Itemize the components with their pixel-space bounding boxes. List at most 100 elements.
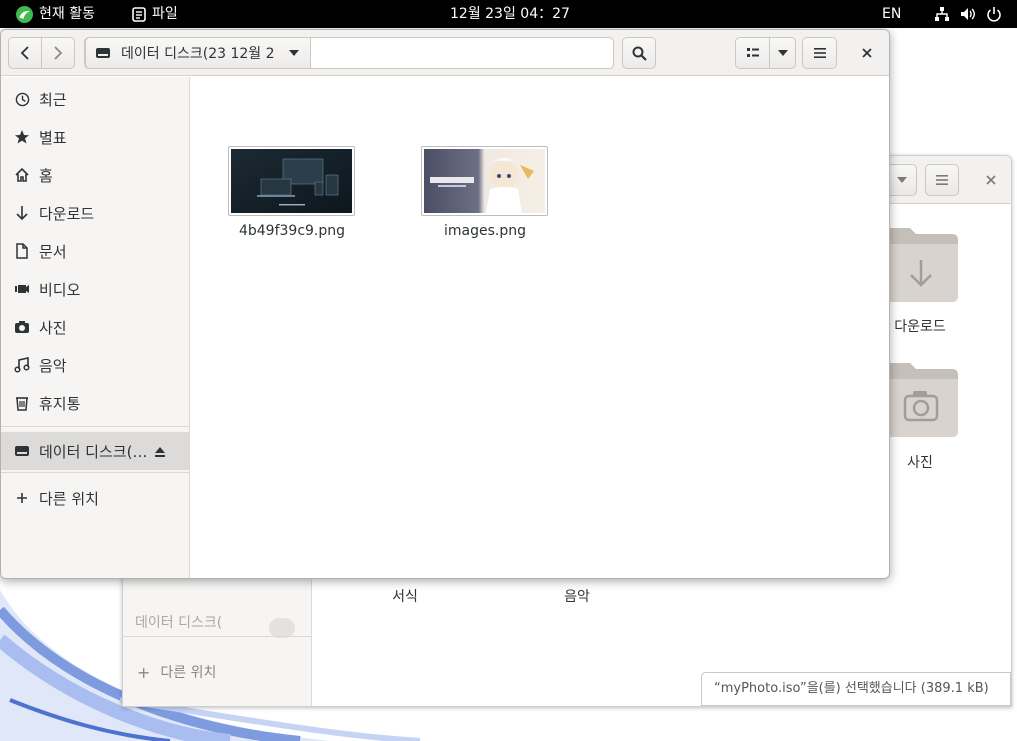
- sidebar-item-recent[interactable]: 최근: [1, 80, 189, 118]
- path-crumb-drive[interactable]: 데이터 디스크(23 12월 2: [85, 37, 311, 69]
- bg-eject-button[interactable]: [269, 618, 295, 638]
- sidebar-item-label: 홈: [39, 166, 53, 185]
- status-bar: “myPhoto.iso”을(를) 선택했습니다 (389.1 kB): [701, 672, 1011, 706]
- camera-icon: [14, 319, 30, 335]
- network-wired-icon: [935, 7, 949, 21]
- bg-drive-label: 데이터 디스크(: [135, 615, 223, 631]
- drive-icon: [14, 443, 30, 459]
- chevron-down-icon: [897, 177, 907, 183]
- star-icon: [14, 129, 30, 145]
- clock[interactable]: 12월 23일 04：27: [450, 0, 570, 28]
- templates-folder-label: 서식: [392, 589, 418, 605]
- bg-sidebar-drive[interactable]: 데이터 디스크(: [135, 612, 222, 632]
- close-window-button[interactable]: [857, 43, 877, 63]
- activities-button[interactable]: 현재 활동: [16, 0, 95, 28]
- chevron-down-icon: [289, 50, 299, 56]
- drive-icon: [96, 48, 110, 58]
- chevron-down-icon: [777, 50, 788, 56]
- sidebar-item-label: 문서: [39, 242, 67, 261]
- forward-button[interactable]: [41, 37, 75, 69]
- plus-icon: [14, 490, 30, 506]
- trash-icon: [14, 395, 30, 411]
- path-crumb-label: 데이터 디스크(23 12월 2: [121, 46, 275, 62]
- plus-icon: +: [137, 662, 151, 682]
- close-icon: [986, 175, 996, 185]
- download-icon: [14, 205, 30, 221]
- search-icon: [632, 46, 647, 61]
- sidebar-item-label: 별표: [39, 128, 67, 147]
- sidebar-item-label: 사진: [39, 318, 67, 337]
- sidebar-item-label: 다른 위치: [39, 489, 99, 508]
- file-name[interactable]: 4b49f39c9.png: [212, 223, 372, 239]
- bg-sidebar-other-locations[interactable]: + 다른 위치: [137, 662, 216, 682]
- home-icon: [14, 167, 30, 183]
- bg-view-options-button[interactable]: [887, 164, 917, 196]
- header-bar: 데이터 디스크(23 12월 2: [1, 30, 889, 76]
- input-method-indicator[interactable]: EN: [882, 0, 901, 28]
- sidebar-item-starred[interactable]: 별표: [1, 118, 189, 156]
- activities-label: 현재 활동: [39, 6, 95, 22]
- clock-label: 12월 23일 04：27: [450, 6, 570, 22]
- sidebar-item-videos[interactable]: 비디오: [1, 270, 189, 308]
- app-menu-button[interactable]: 파일: [132, 0, 178, 28]
- distro-logo-icon: [16, 5, 33, 23]
- sidebar-item-music[interactable]: 음악: [1, 346, 189, 384]
- chevron-right-icon: [54, 46, 63, 60]
- sidebar-item-documents[interactable]: 문서: [1, 232, 189, 270]
- sidebar-item-label: 비디오: [39, 280, 81, 299]
- file-view[interactable]: 4b49f39c9.png images.png: [190, 77, 889, 578]
- top-bar: 현재 활동 파일 12월 23일 04：27 EN: [0, 0, 1017, 28]
- document-icon: [14, 243, 30, 259]
- sidebar-item-label: 휴지통: [39, 394, 81, 413]
- path-bar[interactable]: 데이터 디스크(23 12월 2: [84, 37, 614, 69]
- power-icon: [987, 7, 1001, 22]
- pictures-folder-icon[interactable]: [880, 359, 960, 439]
- chevron-left-icon: [20, 46, 29, 60]
- image-thumbnail-character: [424, 149, 545, 213]
- download-folder-icon[interactable]: [880, 224, 960, 304]
- sidebar-item-label: 데이터 디스크(…: [39, 442, 148, 461]
- sidebar-item-data-disk[interactable]: 데이터 디스크(…: [1, 432, 189, 470]
- sidebar-item-label: 다운로드: [39, 204, 95, 223]
- back-button[interactable]: [8, 37, 42, 69]
- sidebar-item-other-locations[interactable]: 다른 위치: [1, 479, 189, 517]
- search-button[interactable]: [622, 37, 656, 69]
- system-status-area[interactable]: [934, 0, 1002, 28]
- sidebar-item-trash[interactable]: 휴지통: [1, 384, 189, 422]
- close-icon: [862, 48, 872, 58]
- app-menu-label: 파일: [152, 6, 178, 22]
- bg-close-button[interactable]: [981, 170, 1001, 190]
- eject-icon: [155, 447, 165, 457]
- eject-button[interactable]: [154, 444, 166, 462]
- sidebar-item-label: 최근: [39, 90, 67, 109]
- bg-other-locations-label: 다른 위치: [160, 665, 217, 681]
- file-thumbnail[interactable]: [421, 146, 548, 216]
- volume-icon: [961, 8, 975, 20]
- input-method-label: EN: [882, 6, 902, 22]
- sidebar-item-label: 음악: [39, 356, 67, 375]
- file-name[interactable]: images.png: [405, 223, 565, 239]
- files-app-icon: [132, 6, 146, 22]
- bg-sidebar-separator: [123, 636, 311, 637]
- sidebar-item-pictures[interactable]: 사진: [1, 308, 189, 346]
- view-list-button[interactable]: [735, 37, 770, 69]
- files-window[interactable]: 데이터 디스크(23 12월 2 최근 별표 홈 다운로드 문서 비디오 사진 …: [0, 29, 890, 579]
- hamburger-icon: [936, 175, 948, 185]
- sidebar-separator: [1, 472, 189, 473]
- image-thumbnail-devices: [231, 149, 352, 213]
- music-icon: [14, 357, 30, 373]
- status-text: “myPhoto.iso”을(를) 선택했습니다 (389.1 kB): [714, 681, 989, 696]
- bg-menu-button[interactable]: [925, 164, 959, 196]
- clock-icon: [14, 91, 30, 107]
- music-folder-label: 음악: [564, 589, 590, 605]
- view-options-button[interactable]: [769, 37, 796, 69]
- sidebar-item-home[interactable]: 홈: [1, 156, 189, 194]
- sidebar-item-downloads[interactable]: 다운로드: [1, 194, 189, 232]
- hamburger-icon: [813, 48, 826, 58]
- menu-button[interactable]: [802, 37, 837, 69]
- sidebar: 최근 별표 홈 다운로드 문서 비디오 사진 음악 휴지통 데이터 디스크(… …: [1, 77, 190, 578]
- sidebar-separator: [1, 426, 189, 427]
- file-thumbnail[interactable]: [228, 146, 355, 216]
- list-view-icon: [746, 48, 759, 57]
- video-icon: [14, 281, 30, 297]
